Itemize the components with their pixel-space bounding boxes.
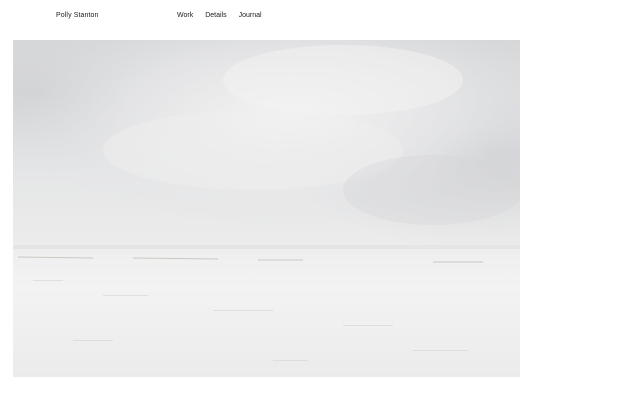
hero-photo [13, 40, 520, 377]
main-nav: Work Details Journal [177, 12, 274, 19]
nav-work[interactable]: Work [177, 12, 193, 19]
nav-details[interactable]: Details [205, 12, 226, 19]
snow-landscape-image [13, 40, 520, 377]
site-name-link[interactable]: Polly Stanton [56, 12, 99, 19]
page: Polly Stanton Work Details Journal [0, 0, 640, 412]
nav-journal[interactable]: Journal [239, 12, 262, 19]
